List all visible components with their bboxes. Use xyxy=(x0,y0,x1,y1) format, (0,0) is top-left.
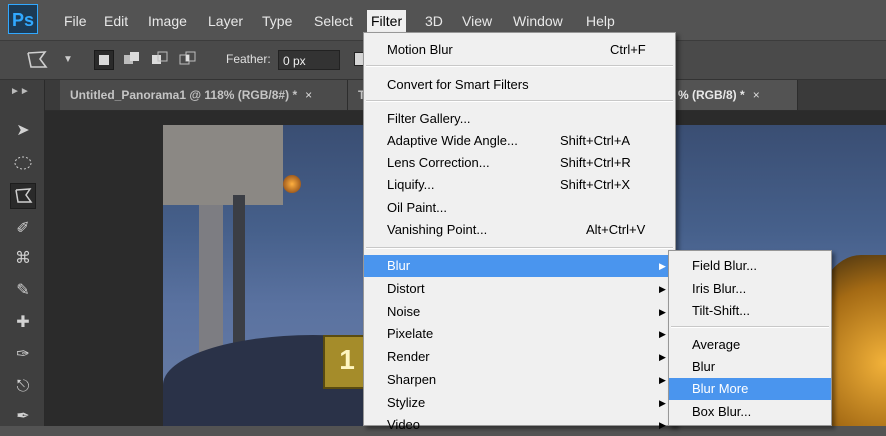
tab-label: % (RGB/8) * xyxy=(678,88,745,102)
menu-item-oil-paint[interactable]: Oil Paint... xyxy=(364,197,675,219)
menu-view[interactable]: View xyxy=(458,10,496,32)
menu-item-sharpen[interactable]: Sharpen ▶ xyxy=(364,369,675,391)
clock-face xyxy=(163,125,283,205)
menu-item-iris-blur[interactable]: Iris Blur... xyxy=(669,278,831,300)
submenu-arrow-icon: ▶ xyxy=(659,329,666,339)
menu-item-box-blur[interactable]: Box Blur... xyxy=(669,401,831,423)
add-selection-icon xyxy=(124,52,139,64)
close-tab-icon[interactable]: × xyxy=(305,88,312,102)
orange-light xyxy=(283,175,301,193)
menu-image[interactable]: Image xyxy=(144,10,191,32)
photoshop-logo: Ps xyxy=(8,4,38,34)
menu-item-filter-gallery[interactable]: Filter Gallery... xyxy=(364,108,675,130)
submenu-arrow-icon: ▶ xyxy=(659,261,666,271)
healing-brush-tool-icon[interactable]: ✚ xyxy=(10,310,36,336)
new-selection-button[interactable] xyxy=(94,50,114,70)
feather-input[interactable]: 0 px xyxy=(278,50,340,70)
crop-tool-icon[interactable]: ⌘ xyxy=(10,246,36,272)
add-to-selection-button[interactable] xyxy=(122,50,142,70)
blur-submenu: Field Blur... Iris Blur... Tilt-Shift...… xyxy=(668,250,832,426)
clone-stamp-tool-icon[interactable]: ⎋ xyxy=(10,374,36,400)
marquee-tool-icon[interactable] xyxy=(10,150,36,176)
menu-item-pixelate[interactable]: Pixelate ▶ xyxy=(364,323,675,345)
tool-preset-dropdown-icon[interactable]: ▼ xyxy=(63,54,73,65)
move-tool-icon[interactable]: ➤ xyxy=(10,118,36,144)
history-brush-tool-icon[interactable]: ✒ xyxy=(10,404,36,430)
menu-item-blur-simple[interactable]: Blur xyxy=(669,356,831,378)
menu-select[interactable]: Select xyxy=(310,10,357,32)
menu-edit[interactable]: Edit xyxy=(100,10,132,32)
menu-item-average[interactable]: Average xyxy=(669,334,831,356)
menu-layer[interactable]: Layer xyxy=(204,10,247,32)
submenu-arrow-icon: ▶ xyxy=(659,284,666,294)
menu-separator xyxy=(366,100,673,102)
menu-item-motion-blur[interactable]: Motion Blur Ctrl+F xyxy=(364,39,675,61)
subtract-selection-icon xyxy=(152,51,168,64)
menu-item-stylize[interactable]: Stylize ▶ xyxy=(364,392,675,414)
menu-item-adaptive-wide-angle[interactable]: Adaptive Wide Angle... Shift+Ctrl+A xyxy=(364,130,675,152)
feather-label: Feather: xyxy=(226,52,271,66)
menu-file[interactable]: File xyxy=(60,10,91,32)
menu-3d[interactable]: 3D xyxy=(421,10,447,32)
menu-item-liquify[interactable]: Liquify... Shift+Ctrl+X xyxy=(364,174,675,196)
menu-item-vanishing-point[interactable]: Vanishing Point... Alt+Ctrl+V xyxy=(364,219,675,241)
polygonal-lasso-icon[interactable] xyxy=(25,49,49,71)
submenu-arrow-icon: ▶ xyxy=(659,352,666,362)
menu-item-field-blur[interactable]: Field Blur... xyxy=(669,255,831,277)
menu-item-video[interactable]: Video ▶ xyxy=(364,414,675,436)
intersect-selection-icon xyxy=(179,51,196,65)
menu-separator xyxy=(366,65,673,67)
tab-untitled-panorama[interactable]: Untitled_Panorama1 @ 118% (RGB/8#) * × xyxy=(60,80,348,110)
menu-item-blur[interactable]: Blur ▶ xyxy=(364,255,675,277)
menu-window[interactable]: Window xyxy=(509,10,567,32)
brush-tool-icon[interactable]: ✑ xyxy=(10,342,36,368)
menu-item-render[interactable]: Render ▶ xyxy=(364,346,675,368)
menu-item-tilt-shift[interactable]: Tilt-Shift... xyxy=(669,300,831,322)
collapse-panel-icon[interactable]: ►► xyxy=(10,86,30,97)
submenu-arrow-icon: ▶ xyxy=(659,375,666,385)
filter-menu: Motion Blur Ctrl+F Convert for Smart Fil… xyxy=(363,32,676,432)
menu-item-distort[interactable]: Distort ▶ xyxy=(364,278,675,300)
close-tab-icon[interactable]: × xyxy=(753,88,760,102)
menu-separator xyxy=(671,326,829,328)
lasso-tool-icon[interactable] xyxy=(10,183,36,209)
tab-active-document[interactable]: % (RGB/8) * × xyxy=(668,80,798,110)
submenu-arrow-icon: ▶ xyxy=(659,420,666,430)
menu-type[interactable]: Type xyxy=(258,10,296,32)
tab-label: Untitled_Panorama1 @ 118% (RGB/8#) * xyxy=(70,88,298,102)
intersect-selection-button[interactable] xyxy=(178,50,198,70)
menu-filter[interactable]: Filter xyxy=(367,10,407,32)
submenu-arrow-icon: ▶ xyxy=(659,307,666,317)
menu-help[interactable]: Help xyxy=(582,10,619,32)
menu-item-convert-smart-filters[interactable]: Convert for Smart Filters xyxy=(364,74,675,96)
menu-item-noise[interactable]: Noise ▶ xyxy=(364,301,675,323)
quick-selection-tool-icon[interactable]: ✐ xyxy=(10,216,36,242)
submenu-arrow-icon: ▶ xyxy=(659,398,666,408)
new-selection-icon xyxy=(99,55,109,65)
subtract-from-selection-button[interactable] xyxy=(150,50,170,70)
menu-item-blur-more[interactable]: Blur More xyxy=(669,378,831,400)
toolbox-panel: ►► ➤ ✐ ⌘ ✎ ✚ ✑ ⎋ ✒ xyxy=(0,80,45,426)
menu-separator xyxy=(366,247,673,249)
eyedropper-tool-icon[interactable]: ✎ xyxy=(10,278,36,304)
menu-item-lens-correction[interactable]: Lens Correction... Shift+Ctrl+R xyxy=(364,152,675,174)
